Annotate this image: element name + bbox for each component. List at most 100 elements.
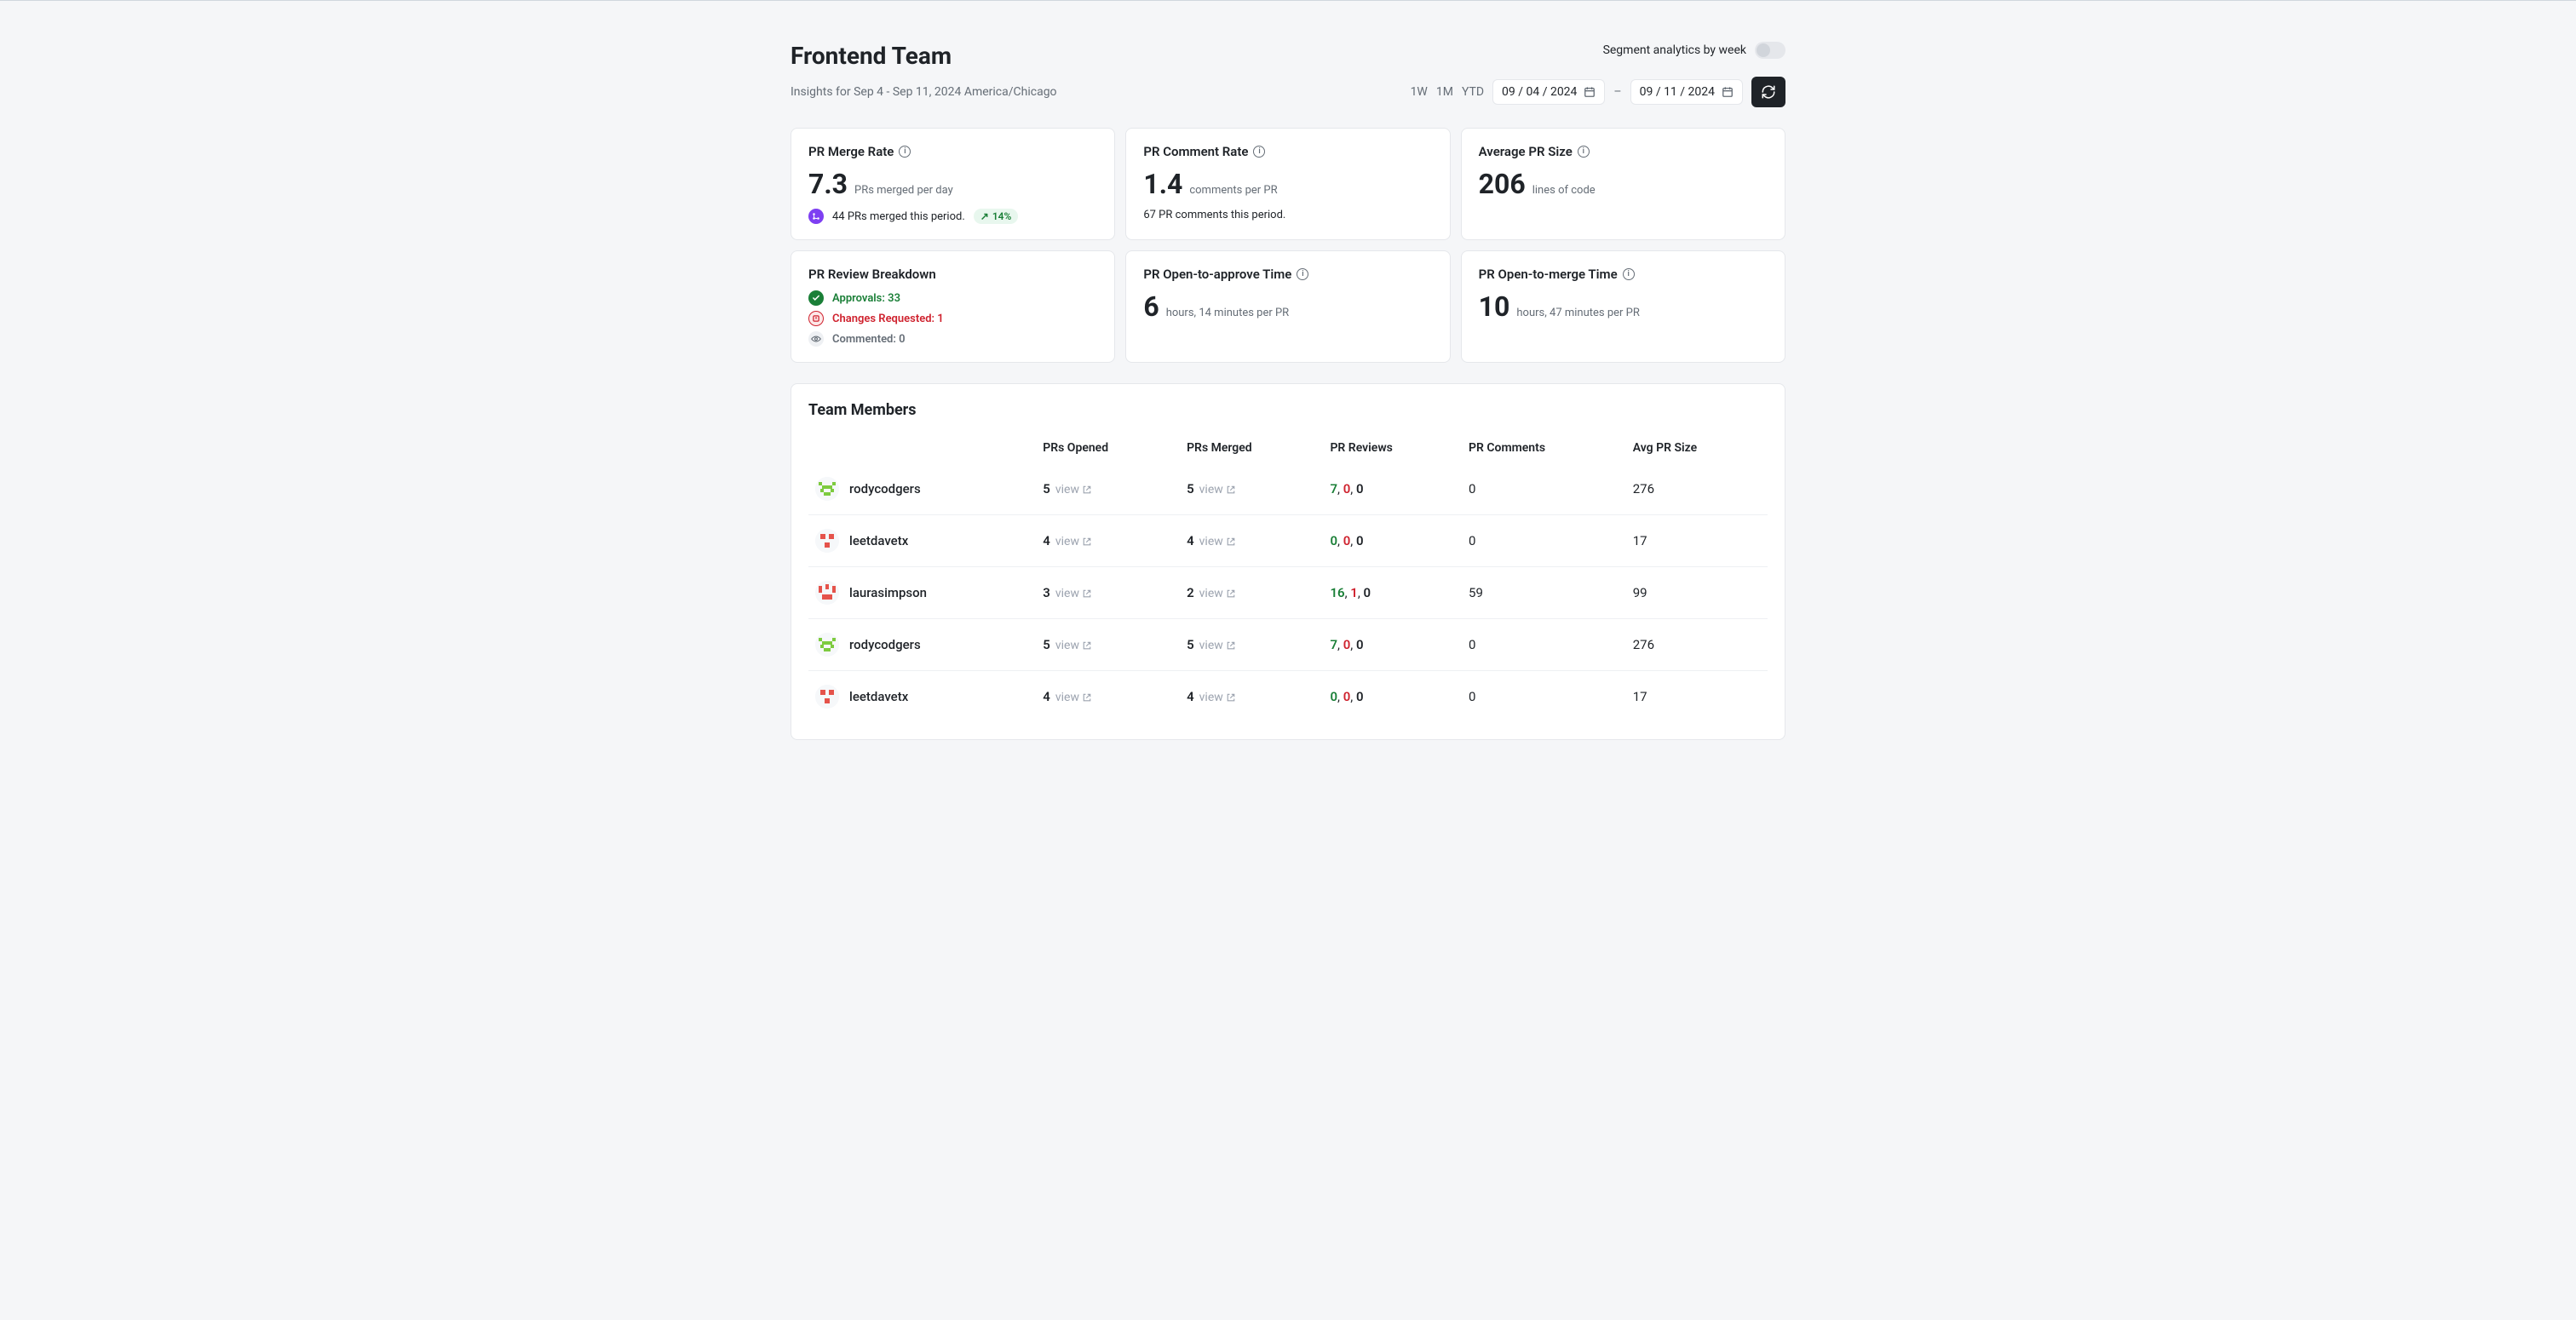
comments-count: 0 [1469,689,1475,704]
merged-count: 5 [1187,637,1194,652]
eye-icon [808,331,824,347]
info-icon[interactable]: i [1578,146,1590,158]
merge-rate-sub: 44 PRs merged this period. [832,210,965,223]
trend-badge: ↗ 14% [974,209,1019,224]
merge-icon [808,209,824,224]
comment-rate-value: 1.4 [1143,168,1182,200]
open-approve-value: 6 [1143,290,1159,323]
comments-count: 0 [1469,481,1475,496]
info-icon[interactable]: i [1623,268,1635,280]
member-name[interactable]: leetdavetx [849,689,908,704]
reviews-cell: 7, 0, 0 [1323,463,1462,515]
avg-size: 17 [1633,689,1647,704]
view-opened-link[interactable]: view [1055,535,1092,548]
date-from-input[interactable]: 09 / 04 / 2024 [1492,79,1605,105]
avg-size: 17 [1633,533,1647,548]
col-merged: PRs Merged [1180,433,1323,463]
avatar [815,633,839,657]
range-ytd[interactable]: YTD [1462,85,1484,99]
avg-size-value: 206 [1479,168,1526,200]
table-row: laurasimpson3view 2view 16, 1, 05999 [808,567,1768,619]
range-1m[interactable]: 1M [1436,85,1453,99]
team-members-section: Team Members PRs Opened PRs Merged PR Re… [791,383,1785,740]
avg-size: 276 [1633,637,1654,652]
reviews-cell: 0, 0, 0 [1323,671,1462,723]
view-merged-link[interactable]: view [1199,639,1236,652]
changes-requested-icon [808,311,824,326]
changes-text: Changes Requested: 1 [832,313,944,325]
member-name[interactable]: rodycodgers [849,481,921,496]
avg-size-unit: lines of code [1532,184,1596,197]
card-open-to-approve: PR Open-to-approve Time i 6 hours, 14 mi… [1125,250,1450,363]
insights-range-label: Insights for Sep 4 - Sep 11, 2024 Americ… [791,85,1057,99]
trend-up-icon: ↗ [980,210,989,222]
avg-size: 276 [1633,481,1654,496]
member-name[interactable]: leetdavetx [849,533,908,548]
calendar-icon [1584,86,1596,98]
view-opened-link[interactable]: view [1055,691,1092,704]
merged-count: 4 [1187,689,1194,704]
view-merged-link[interactable]: view [1199,587,1236,600]
card-title-text: PR Open-to-approve Time [1143,267,1291,282]
opened-count: 5 [1043,637,1050,652]
avatar [815,685,839,709]
merged-count: 4 [1187,533,1194,548]
segment-toggle[interactable] [1755,42,1785,59]
range-1w[interactable]: 1W [1411,85,1428,99]
check-icon [808,290,824,306]
card-title-text: PR Comment Rate [1143,144,1248,159]
table-row: rodycodgers 5 view 5 view 7, 0, 0 0 276 [808,463,1768,515]
view-opened-link[interactable]: view [1055,639,1092,652]
refresh-icon [1761,84,1776,100]
view-merged-link[interactable]: view [1199,691,1236,704]
view-merged-link[interactable]: view [1199,535,1236,548]
card-merge-rate: PR Merge Rate i 7.3 PRs merged per day 4… [791,128,1115,240]
open-approve-unit: hours, 14 minutes per PR [1166,307,1290,319]
table-row: rodycodgers 5 view 5 view 7, 0, 0 0 276 [808,619,1768,671]
card-title-text: PR Merge Rate [808,144,894,159]
refresh-button[interactable] [1751,77,1785,107]
card-title-text: Average PR Size [1479,144,1573,159]
date-to-input[interactable]: 09 / 11 / 2024 [1630,79,1743,105]
card-comment-rate: PR Comment Rate i 1.4 comments per PR 67… [1125,128,1450,240]
opened-count: 4 [1043,689,1050,704]
table-row: leetdavetx 4 view 4 view 0, 0, 0 0 17 [808,671,1768,723]
opened-count: 3 [1043,585,1050,600]
member-name[interactable]: rodycodgers [849,637,921,652]
opened-count: 5 [1043,481,1050,496]
view-opened-link[interactable]: view [1055,483,1092,496]
col-opened: PRs Opened [1036,433,1180,463]
comments-count: 0 [1469,533,1475,548]
merge-rate-unit: PRs merged per day [854,184,953,197]
comment-rate-unit: comments per PR [1189,184,1277,197]
col-size: Avg PR Size [1626,433,1768,463]
comment-rate-sub: 67 PR comments this period. [1143,209,1285,221]
col-reviews: PR Reviews [1323,433,1462,463]
table-row: leetdavetx4view 4view 0, 0, 0017 [808,515,1768,567]
info-icon[interactable]: i [899,146,911,158]
avatar [815,581,839,605]
view-opened-link[interactable]: view [1055,587,1092,600]
reviews-cell: 7, 0, 0 [1323,619,1462,671]
merged-count: 5 [1187,481,1194,496]
open-merge-unit: hours, 47 minutes per PR [1516,307,1640,319]
card-avg-size: Average PR Size i 206 lines of code [1461,128,1785,240]
date-separator: – [1613,85,1621,99]
info-icon[interactable]: i [1297,268,1308,280]
col-member [808,433,1036,463]
approvals-text: Approvals: 33 [832,292,900,305]
card-title-text: PR Review Breakdown [808,267,936,282]
reviews-cell: 16, 1, 0 [1323,567,1462,619]
calendar-icon [1722,86,1734,98]
date-from-value: 09 / 04 / 2024 [1502,85,1577,99]
comments-count: 0 [1469,637,1475,652]
page-title: Frontend Team [791,42,952,70]
open-merge-value: 10 [1479,290,1510,323]
trend-value: 14% [992,210,1012,222]
member-name[interactable]: laurasimpson [849,585,927,600]
card-title-text: PR Open-to-merge Time [1479,267,1618,282]
view-merged-link[interactable]: view [1199,483,1236,496]
info-icon[interactable]: i [1253,146,1265,158]
card-review-breakdown: PR Review Breakdown Approvals: 33 Change… [791,250,1115,363]
section-title: Team Members [808,401,1768,419]
